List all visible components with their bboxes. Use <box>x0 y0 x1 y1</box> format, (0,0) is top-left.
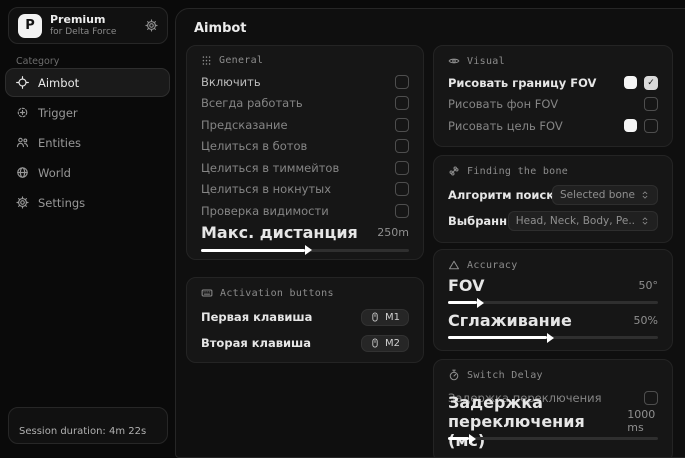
sidebar-nav: Aimbot Trigger Entities World <box>5 68 170 217</box>
keybind-button-m1[interactable]: M1 <box>361 309 409 326</box>
max-distance-slider-block: Макс. дистанция 250m <box>201 224 409 252</box>
grid-icon <box>201 55 212 66</box>
product-subtitle: for Delta Force <box>50 27 116 37</box>
visual-label: Рисовать фон FOV <box>448 97 644 111</box>
sidebar-item-trigger[interactable]: Trigger <box>5 98 170 127</box>
keyboard-icon <box>201 287 213 299</box>
fov-slider[interactable] <box>448 301 658 304</box>
sidebar-item-entities[interactable]: Entities <box>5 128 170 157</box>
activation-card: Activation buttons Первая клавиша M1 Вто… <box>186 277 424 363</box>
triangle-icon <box>448 259 460 271</box>
checkbox[interactable] <box>395 182 409 196</box>
sidebar-item-label: World <box>38 166 71 180</box>
slider-value: 50% <box>634 314 658 327</box>
keybind-label: Вторая клавиша <box>201 336 361 350</box>
checkbox[interactable] <box>395 139 409 153</box>
switch-delay-slider-block: Задержка переключения (мс) 1000 ms <box>448 412 658 440</box>
eye-icon <box>448 55 460 67</box>
slider-label: FOV <box>448 276 484 295</box>
accuracy-header: Accuracy <box>448 259 658 271</box>
sidebar-item-world[interactable]: World <box>5 158 170 187</box>
slider-value: 250m <box>377 226 409 239</box>
checkbox[interactable] <box>395 96 409 110</box>
unfold-icon <box>640 190 650 200</box>
bone-algorithm-select[interactable]: Selected bone <box>552 185 658 205</box>
toggle-label: Проверка видимости <box>201 204 395 218</box>
mouse-icon <box>370 312 380 322</box>
sidebar-item-settings[interactable]: Settings <box>5 188 170 217</box>
fov-slider-block: FOV 50° <box>448 276 658 304</box>
toggle-label: Включить <box>201 75 395 89</box>
color-swatch[interactable] <box>624 76 637 89</box>
selected-bones-select[interactable]: Head, Neck, Body, Pe.. <box>508 211 658 231</box>
smoothing-slider-block: Сглаживание 50% <box>448 311 658 339</box>
checkbox[interactable] <box>395 118 409 132</box>
checkbox[interactable] <box>644 391 658 405</box>
visual-header: Visual <box>448 55 658 67</box>
visual-label: Рисовать цель FOV <box>448 119 624 133</box>
bone-icon <box>448 165 460 177</box>
slider-label: Сглаживание <box>448 311 572 330</box>
checkbox[interactable] <box>644 97 658 111</box>
toggle-label: Всегда работать <box>201 96 395 110</box>
main-panel: Aimbot General Включить Всегда работать … <box>175 8 685 458</box>
bone-label: Алгоритм поиска костей <box>448 188 552 202</box>
brand-text: Premium for Delta Force <box>50 14 116 37</box>
globe-icon <box>16 166 29 179</box>
switch-delay-header: Switch Delay <box>448 369 658 381</box>
visual-label: Рисовать границу FOV <box>448 76 624 90</box>
sidebar-item-label: Aimbot <box>38 76 79 90</box>
category-label: Category <box>16 56 59 67</box>
slider-label: Макс. дистанция <box>201 223 358 242</box>
general-header: General <box>201 55 409 66</box>
toggle-label: Предсказание <box>201 118 395 132</box>
bone-label: Выбранные кости <box>448 214 508 228</box>
switch-delay-card: Switch Delay Задержка переключения Задер… <box>433 359 673 458</box>
keybind-label: Первая клавиша <box>201 310 361 324</box>
bone-header: Finding the bone <box>448 165 658 177</box>
stopwatch-icon <box>448 369 460 381</box>
max-distance-slider[interactable] <box>201 249 409 252</box>
session-duration: Session duration: 4m 22s <box>8 407 168 444</box>
gear-icon <box>16 196 29 209</box>
sidebar-item-label: Settings <box>38 196 85 210</box>
bone-card: Finding the bone Алгоритм поиска костей … <box>433 155 673 243</box>
unfold-icon <box>640 216 650 226</box>
slider-value: 50° <box>639 279 659 292</box>
brand-card: P Premium for Delta Force <box>8 7 168 44</box>
sidebar: P Premium for Delta Force Category Aimbo… <box>0 0 175 449</box>
page-title: Aimbot <box>194 21 247 36</box>
mouse-icon <box>370 338 380 348</box>
toggle-label: Целиться в нокнутых <box>201 182 395 196</box>
checkbox[interactable] <box>395 161 409 175</box>
checkbox[interactable] <box>395 75 409 89</box>
checkbox[interactable] <box>395 204 409 218</box>
app-logo: P <box>18 14 42 38</box>
crosshair-icon <box>16 76 29 89</box>
sidebar-item-label: Entities <box>38 136 81 150</box>
gear-icon[interactable] <box>145 19 158 32</box>
activation-header: Activation buttons <box>201 287 409 299</box>
color-swatch[interactable] <box>624 119 637 132</box>
checkbox[interactable] <box>644 119 658 133</box>
product-name: Premium <box>50 14 116 27</box>
keybind-button-m2[interactable]: M2 <box>361 335 409 352</box>
accuracy-card: Accuracy FOV 50° Сглаживание 50% <box>433 249 673 351</box>
trigger-icon <box>16 106 29 119</box>
slider-value: 1000 ms <box>627 408 658 434</box>
entities-icon <box>16 136 29 149</box>
toggle-label: Целиться в ботов <box>201 139 395 153</box>
switch-delay-slider[interactable] <box>448 437 658 440</box>
sidebar-item-aimbot[interactable]: Aimbot <box>5 68 170 97</box>
sidebar-item-label: Trigger <box>38 106 78 120</box>
visual-card: Visual Рисовать границу FOV Рисовать фон… <box>433 45 673 147</box>
toggle-label: Целиться в тиммейтов <box>201 161 395 175</box>
smoothing-slider[interactable] <box>448 336 658 339</box>
general-card: General Включить Всегда работать Предска… <box>186 45 424 260</box>
checkbox[interactable] <box>644 76 658 90</box>
